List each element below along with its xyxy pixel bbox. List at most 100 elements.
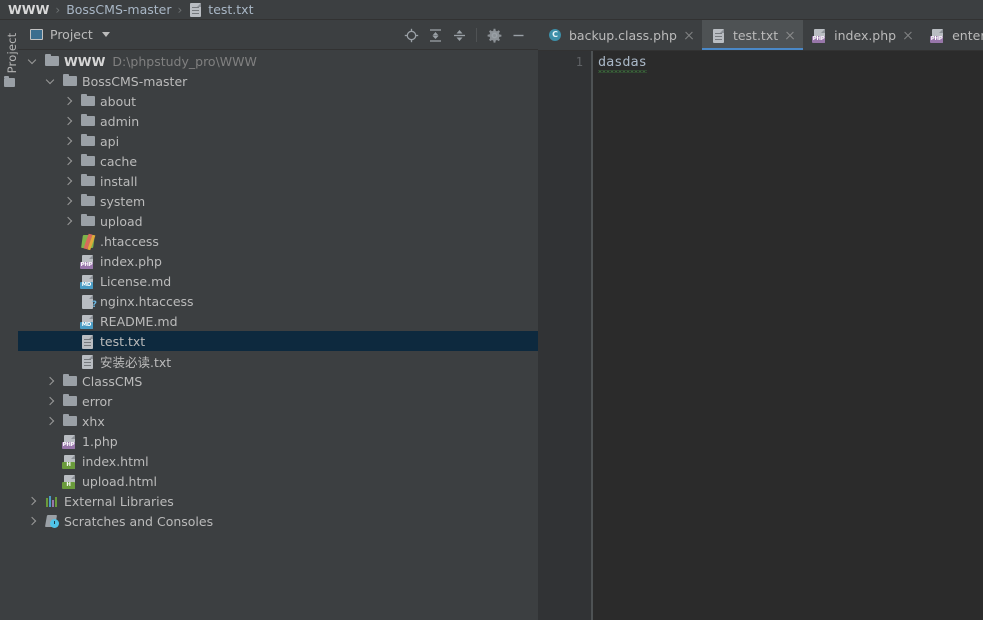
editor-tab-bar: Cbackup.class.php test.txt PHP index.php PHP… [538, 20, 983, 51]
code-area[interactable]: 1 dasdas [538, 51, 983, 620]
folder-icon [80, 173, 96, 189]
folder-icon [80, 133, 96, 149]
tree-row-label: admin [100, 113, 140, 129]
project-panel-toolbar [399, 20, 530, 50]
collapse-all-icon[interactable] [447, 23, 471, 47]
tree-row-label: License.md [100, 273, 172, 289]
project-panel-title: Project [50, 27, 93, 42]
chevron-right-icon[interactable] [64, 197, 73, 206]
breadcrumb-label: WWW [8, 2, 50, 17]
project-panel-header: Project [18, 20, 538, 50]
expand-all-icon[interactable] [423, 23, 447, 47]
editor-content[interactable]: dasdas [598, 54, 647, 70]
tree-row[interactable]: BossCMS-master [18, 71, 538, 91]
tree-row[interactable]: system [18, 191, 538, 211]
tree-row[interactable]: MD License.md [18, 271, 538, 291]
chevron-right-icon[interactable] [64, 137, 73, 146]
php-file-icon: PHP [812, 27, 828, 43]
tree-row[interactable]: ? nginx.htaccess [18, 291, 538, 311]
folder-icon [62, 413, 78, 429]
folder-icon [62, 393, 78, 409]
chevron-right-icon[interactable] [46, 417, 55, 426]
project-view-icon [30, 29, 43, 40]
folder-icon [44, 53, 60, 69]
ide-window: WWW › BossCMS-master › test.txt Project … [0, 0, 983, 620]
editor-tab-label: enter.php [952, 27, 983, 43]
tree-row-label: 安装必读.txt [100, 354, 172, 370]
project-panel: Project WWW D:\phpstudy_pro\WWW BossCMS-… [18, 20, 538, 620]
breadcrumb-item-test-txt[interactable]: test.txt [188, 2, 253, 18]
folder-icon [62, 73, 78, 89]
chevron-right-icon[interactable] [64, 177, 73, 186]
chevron-right-icon[interactable] [64, 217, 73, 226]
line-number-gutter: 1 [538, 51, 592, 620]
editor-tab-label: backup.class.php [569, 27, 677, 43]
php-file-icon: PHP [930, 27, 946, 43]
class-file-icon: C [547, 27, 563, 43]
chevron-right-icon[interactable] [64, 117, 73, 126]
tree-row-path: D:\phpstudy_pro\WWW [112, 53, 257, 69]
editor-tab[interactable]: test.txt [701, 20, 804, 50]
chevron-right-icon[interactable] [64, 97, 73, 106]
tree-row[interactable]: Hupload.html [18, 471, 538, 491]
editor-tab[interactable]: Cbackup.class.php [538, 20, 702, 50]
tree-row[interactable]: 安装必读.txt [18, 351, 538, 371]
tree-row-label: BossCMS-master [82, 73, 188, 89]
tree-row[interactable]: test.txt [18, 331, 538, 351]
tree-row[interactable]: WWW D:\phpstudy_pro\WWW [18, 51, 538, 71]
tree-row[interactable]: about [18, 91, 538, 111]
tree-row[interactable]: upload [18, 211, 538, 231]
code-text: dasdas [598, 54, 647, 70]
tree-row[interactable]: PHP index.php [18, 251, 538, 271]
folder-icon [62, 373, 78, 389]
tree-row[interactable]: External Libraries [18, 491, 538, 511]
tree-row[interactable]: install [18, 171, 538, 191]
html-file-icon: H [62, 453, 78, 469]
scratches-icon [44, 513, 60, 529]
chevron-down-icon[interactable] [28, 57, 37, 66]
editor-tab[interactable]: PHP index.php [803, 20, 921, 50]
tree-row[interactable]: Scratches and Consoles [18, 511, 538, 531]
tree-row[interactable]: xhx [18, 411, 538, 431]
project-tree[interactable]: WWW D:\phpstudy_pro\WWW BossCMS-master abou… [18, 51, 538, 620]
txt-file-icon [711, 27, 727, 43]
tree-row[interactable]: error [18, 391, 538, 411]
breadcrumb: WWW › BossCMS-master › test.txt [0, 0, 983, 20]
breadcrumb-item-www[interactable]: WWW [8, 2, 49, 17]
tree-row-label: WWW [64, 53, 106, 69]
close-icon[interactable] [784, 29, 796, 41]
tree-row[interactable]: ClassCMS [18, 371, 538, 391]
external-libraries-icon [44, 493, 60, 509]
editor-tab[interactable]: PHP enter.php [921, 20, 983, 50]
chevron-right-icon[interactable] [28, 497, 37, 506]
tree-row-label: .htaccess [100, 233, 159, 249]
chevron-right-icon[interactable] [46, 377, 55, 386]
chevron-right-icon[interactable] [64, 157, 73, 166]
chevron-right-icon[interactable] [28, 517, 37, 526]
tree-row[interactable]: Hindex.html [18, 451, 538, 471]
tree-row[interactable]: PHP 1.php [18, 431, 538, 451]
markdown-file-icon: MD [80, 313, 96, 329]
tree-row[interactable]: .htaccess [18, 231, 538, 251]
chevron-right-icon[interactable] [46, 397, 55, 406]
locate-in-tree-icon[interactable] [399, 23, 423, 47]
tree-row[interactable]: admin [18, 111, 538, 131]
close-icon[interactable] [902, 29, 914, 41]
tree-row-label: ClassCMS [82, 373, 143, 389]
chevron-down-icon[interactable] [46, 77, 55, 86]
folder-icon [80, 153, 96, 169]
tree-row[interactable]: cache [18, 151, 538, 171]
close-icon[interactable] [683, 29, 695, 41]
breadcrumb-separator-icon: › [177, 2, 183, 17]
tree-row-label: system [100, 193, 146, 209]
hide-panel-icon[interactable] [506, 23, 530, 47]
tree-row-label: index.html [82, 453, 149, 469]
gutter-divider [592, 51, 593, 620]
settings-gear-icon[interactable] [482, 23, 506, 47]
tree-row[interactable]: MD README.md [18, 311, 538, 331]
tree-row[interactable]: api [18, 131, 538, 151]
tree-row-label: upload.html [82, 473, 158, 489]
project-view-selector[interactable]: Project [18, 27, 110, 42]
breadcrumb-item-bosscms-master[interactable]: BossCMS-master [66, 2, 171, 17]
line-number: 1 [575, 55, 583, 69]
